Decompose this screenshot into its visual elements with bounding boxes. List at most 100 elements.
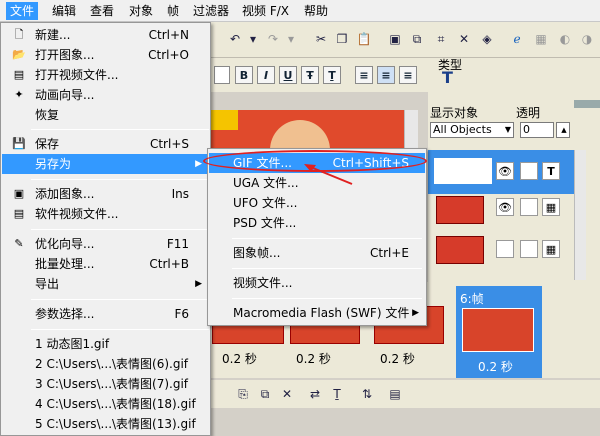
recent-file-4[interactable]: 4 C:\Users\...\表情图(18).gif: [2, 394, 209, 414]
file-menu: 🗋 新建... Ctrl+N 📂 打开图象... Ctrl+O ▤ 打开视频文件…: [0, 22, 211, 436]
frame-item-selected[interactable]: 6:帧 0.2 秒: [456, 286, 542, 378]
menu-item-label: Macromedia Flash (SWF) 文件: [233, 306, 410, 320]
font-field[interactable]: [214, 66, 230, 84]
menu-item-save-as[interactable]: 另存为 ▶: [2, 154, 209, 174]
panel-scrollbar[interactable]: [574, 150, 586, 280]
submenu-item-image-frames[interactable]: 图象帧... Ctrl+E: [209, 243, 425, 263]
menu-help[interactable]: 帮助: [300, 2, 332, 20]
opacity-spinner[interactable]: ▲: [556, 122, 570, 138]
grid-icon[interactable]: ▦: [532, 30, 550, 48]
menu-video-fx[interactable]: 视频 F/X: [238, 2, 293, 20]
submenu-item-video[interactable]: 视频文件...: [209, 273, 425, 293]
menu-item-export[interactable]: 导出 ▶: [2, 274, 209, 294]
menu-item-label: 图象帧...: [233, 246, 281, 260]
properties-icon[interactable]: ▤: [386, 385, 404, 403]
align-right-icon[interactable]: ≡: [399, 66, 417, 84]
menu-item-open-video[interactable]: ▤ 打开视频文件...: [2, 65, 209, 85]
objects-select-value: All Objects: [433, 123, 492, 136]
submenu-item-psd[interactable]: PSD 文件...: [209, 213, 425, 233]
lock-box[interactable]: [520, 240, 538, 258]
menu-item-revert[interactable]: 恢复: [2, 105, 209, 125]
lock-box[interactable]: [520, 198, 538, 216]
menu-item-optimize-wizard[interactable]: ✎ 优化向导... F11: [2, 234, 209, 254]
export-icon[interactable]: ⧉: [408, 30, 426, 48]
align-left-icon[interactable]: ≡: [355, 66, 373, 84]
submenu-item-swf[interactable]: Macromedia Flash (SWF) 文件 ▶: [209, 303, 425, 323]
delete-frame-icon[interactable]: ✕: [278, 385, 296, 403]
copy-icon[interactable]: ❐: [333, 30, 351, 48]
cut-icon[interactable]: ✂: [312, 30, 330, 48]
strike-icon[interactable]: Ŧ: [301, 66, 319, 84]
menu-item-save[interactable]: 💾 保存 Ctrl+S: [2, 134, 209, 154]
dropdown-arrow-icon[interactable]: ▾: [244, 30, 262, 48]
image-layer-icon: ▦: [542, 198, 560, 216]
save-frame-icon[interactable]: ▣: [386, 30, 404, 48]
submenu-item-ufo[interactable]: UFO 文件...: [209, 193, 425, 213]
menu-object[interactable]: 对象: [125, 2, 157, 20]
submenu-item-gif[interactable]: GIF 文件... Ctrl+Shift+S: [209, 153, 425, 173]
menu-item-label: GIF 文件...: [233, 156, 292, 170]
video-icon: ▤: [13, 68, 25, 81]
menu-item-label: PSD 文件...: [233, 216, 297, 230]
open-folder-icon: 📂: [12, 48, 26, 61]
preview-icon[interactable]: ◈: [478, 30, 496, 48]
recent-file-1[interactable]: 1 动态图1.gif: [2, 334, 209, 354]
menu-frame[interactable]: 帧: [163, 2, 183, 20]
text-style-icon[interactable]: Ṯ: [323, 66, 341, 84]
objects-select[interactable]: All Objects ▼: [430, 122, 514, 138]
lock-box[interactable]: [520, 162, 538, 180]
layer-row-text[interactable]: 👁 T: [428, 150, 574, 194]
crop-icon[interactable]: ⌗: [432, 30, 450, 48]
add-image-icon: ▣: [13, 187, 25, 200]
menu-item-shortcut: Ctrl+S: [149, 137, 189, 151]
menu-item-label: 保存: [35, 137, 60, 151]
eye-icon[interactable]: 👁: [496, 198, 514, 216]
misc-icon[interactable]: ◑: [578, 30, 596, 48]
menu-item-open-image[interactable]: 📂 打开图象... Ctrl+O: [2, 45, 209, 65]
menu-file[interactable]: 文件: [6, 2, 39, 20]
paste-icon[interactable]: 📋: [355, 30, 373, 48]
menu-item-preferences[interactable]: 参数选择... F6: [2, 304, 209, 324]
type-text-icon[interactable]: T: [442, 68, 460, 87]
effect-icon[interactable]: ◐: [556, 30, 574, 48]
sort-icon[interactable]: ⇅: [358, 385, 376, 403]
layer-thumb: [436, 196, 484, 224]
layer-row-image-1[interactable]: 👁 ▦: [428, 192, 574, 236]
menu-item-add-image[interactable]: ▣ 添加图象... Ins: [2, 184, 209, 204]
redo-icon[interactable]: ↷: [264, 30, 282, 48]
menu-separator: [232, 238, 422, 239]
layer-row-image-2[interactable]: ▦: [428, 234, 574, 278]
panel-scroll-top[interactable]: [574, 100, 600, 108]
tools-icon[interactable]: ✕: [455, 30, 473, 48]
underline-icon[interactable]: U: [279, 66, 297, 84]
bold-icon[interactable]: B: [235, 66, 253, 84]
text-banner-icon[interactable]: Ṯ: [328, 385, 346, 403]
browser-icon[interactable]: ℯ: [508, 30, 526, 48]
new-frame-icon[interactable]: ⎘: [234, 385, 252, 403]
eye-icon[interactable]: 👁: [496, 162, 514, 180]
undo-icon[interactable]: ↶: [226, 30, 244, 48]
menu-item-label: 导出: [35, 277, 60, 291]
recent-file-5[interactable]: 5 C:\Users\...\表情图(13).gif: [2, 414, 209, 434]
menu-item-batch[interactable]: 批量处理... Ctrl+B: [2, 254, 209, 274]
visibility-box[interactable]: [496, 240, 514, 258]
submenu-item-uga[interactable]: UGA 文件...: [209, 173, 425, 193]
opacity-field[interactable]: 0: [520, 122, 554, 138]
tween-icon[interactable]: ⇄: [306, 385, 324, 403]
recent-file-2[interactable]: 2 C:\Users\...\表情图(6).gif: [2, 354, 209, 374]
menu-item-shortcut: F6: [174, 307, 189, 321]
video-file-icon: ▤: [13, 207, 25, 220]
menu-edit[interactable]: 编辑: [48, 2, 80, 20]
italic-icon[interactable]: I: [257, 66, 275, 84]
menu-separator: [31, 129, 209, 130]
recent-file-3[interactable]: 3 C:\Users\...\表情图(7).gif: [2, 374, 209, 394]
align-center-icon[interactable]: ≡: [377, 66, 395, 84]
menu-item-label: 优化向导...: [35, 237, 95, 251]
menu-item-animation-wizard[interactable]: ✦ 动画向导...: [2, 85, 209, 105]
duplicate-frame-icon[interactable]: ⧉: [256, 385, 274, 403]
menu-filter[interactable]: 过滤器: [189, 2, 233, 20]
menu-item-add-video[interactable]: ▤ 软件视频文件...: [2, 204, 209, 224]
menu-item-new[interactable]: 🗋 新建... Ctrl+N: [2, 25, 209, 45]
menu-view[interactable]: 查看: [86, 2, 118, 20]
dropdown-arrow-icon[interactable]: ▾: [282, 30, 300, 48]
